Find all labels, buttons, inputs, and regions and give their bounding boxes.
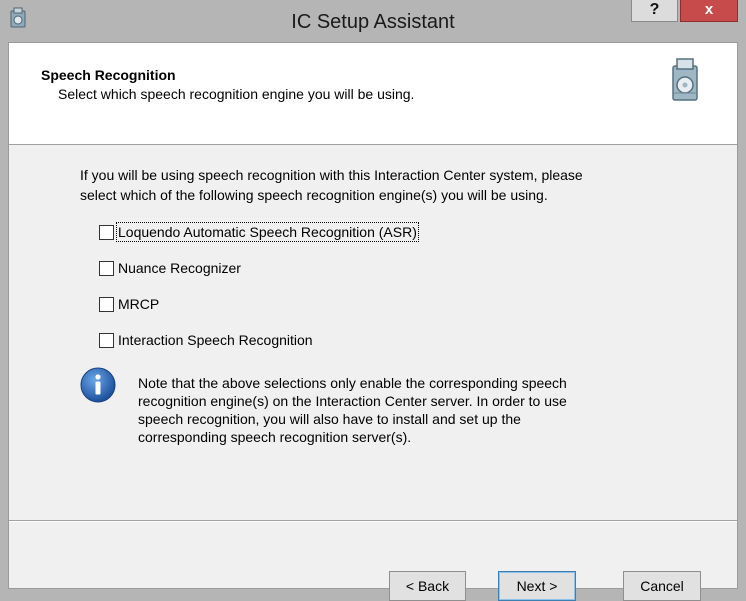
setup-window: IC Setup Assistant ? x Speech Recognitio… xyxy=(0,0,746,601)
note-text: Note that the above selections only enab… xyxy=(138,374,658,446)
wizard-header: Speech Recognition Select which speech r… xyxy=(9,43,737,145)
page-title: Speech Recognition xyxy=(41,67,176,83)
interaction-speech-label[interactable]: Interaction Speech Recognition xyxy=(118,332,313,348)
note-line-3: speech recognition, you will also have t… xyxy=(138,411,521,427)
page-subtitle: Select which speech recognition engine y… xyxy=(58,86,415,102)
interaction-speech-checkbox[interactable] xyxy=(99,333,114,348)
footer-separator xyxy=(9,520,737,522)
loquendo-checkbox[interactable] xyxy=(99,225,114,240)
mrcp-label[interactable]: MRCP xyxy=(118,296,159,312)
note-line-2: recognition engine(s) on the Interaction… xyxy=(138,393,567,409)
close-button[interactable]: x xyxy=(680,0,738,22)
mrcp-checkbox[interactable] xyxy=(99,297,114,312)
note-line-1: Note that the above selections only enab… xyxy=(138,375,567,391)
intro-line-1: If you will be using speech recognition … xyxy=(80,167,583,183)
help-button[interactable]: ? xyxy=(631,0,678,22)
info-icon xyxy=(80,367,116,403)
title-bar[interactable]: IC Setup Assistant ? x xyxy=(0,0,746,42)
note-line-4: corresponding speech recognition server(… xyxy=(138,429,412,445)
nuance-checkbox[interactable] xyxy=(99,261,114,276)
nuance-label[interactable]: Nuance Recognizer xyxy=(118,260,241,276)
dialog-client-area: Speech Recognition Select which speech r… xyxy=(8,42,738,601)
intro-line-2: select which of the following speech rec… xyxy=(80,187,548,203)
setup-package-icon xyxy=(672,58,698,101)
intro-text: If you will be using speech recognition … xyxy=(80,165,680,205)
loquendo-label[interactable]: Loquendo Automatic Speech Recognition (A… xyxy=(116,222,419,242)
